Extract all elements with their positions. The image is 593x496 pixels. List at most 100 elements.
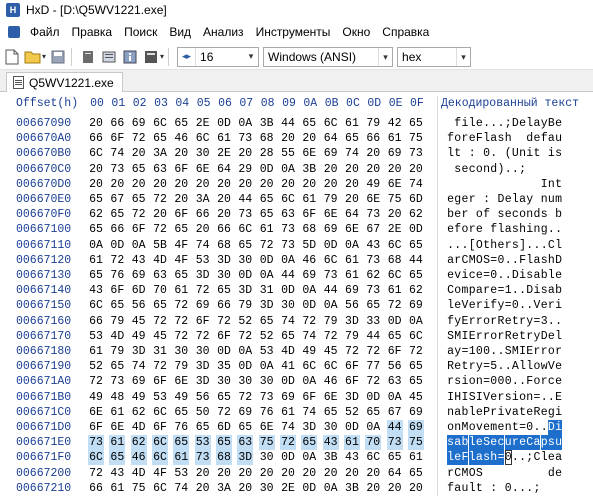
hex-byte[interactable]: 66	[88, 314, 104, 329]
hex-byte[interactable]: 0A	[259, 268, 275, 283]
decoded-char[interactable]	[497, 177, 504, 192]
hex-byte[interactable]: 0A	[323, 481, 339, 496]
decoded-char[interactable]: f	[454, 222, 461, 237]
hex-byte[interactable]: 72	[152, 192, 168, 207]
decoded-char[interactable]: e	[483, 420, 490, 435]
decoded-char[interactable]: c	[548, 374, 555, 389]
decoded-char[interactable]: .	[519, 298, 526, 313]
hex-byte[interactable]: 65	[237, 238, 253, 253]
decoded-char[interactable]: t	[454, 146, 461, 161]
decoded-char[interactable]: C	[461, 253, 468, 268]
hex-byte[interactable]: 61	[343, 435, 360, 451]
decoded-char[interactable]: .	[541, 238, 548, 253]
decoded-char[interactable]: e	[497, 420, 504, 435]
decoded-char[interactable]: o	[533, 374, 540, 389]
hex-byte[interactable]: 75	[131, 481, 147, 496]
hex-byte[interactable]: 30	[216, 374, 232, 389]
decoded-char[interactable]: v	[476, 420, 483, 435]
decoded-char[interactable]: e	[469, 298, 476, 313]
hex-byte[interactable]: 44	[408, 253, 424, 268]
decoded-char[interactable]: P	[483, 405, 490, 420]
hex-byte[interactable]: 20	[280, 131, 296, 146]
decoded-char[interactable]: R	[497, 314, 504, 329]
hex-byte[interactable]: 61	[88, 253, 104, 268]
hex-byte[interactable]: 48	[109, 390, 125, 405]
decoded-char[interactable]: .	[505, 253, 512, 268]
hex-byte[interactable]: 65	[88, 222, 104, 237]
decoded-char[interactable]	[505, 466, 512, 481]
decoded-char[interactable]	[548, 207, 555, 222]
decoded-char[interactable]	[490, 192, 497, 207]
decoded-char[interactable]: .	[519, 481, 526, 496]
decoded-char[interactable]: n	[533, 222, 540, 237]
hex-byte[interactable]: 0A	[259, 359, 275, 374]
hex-byte[interactable]: 20	[408, 162, 424, 177]
hex-byte[interactable]: 72	[216, 314, 232, 329]
hex-byte[interactable]: 0A	[365, 420, 381, 435]
hex-byte[interactable]: 3D	[344, 314, 360, 329]
decoded-char[interactable]	[533, 192, 540, 207]
decoded-char[interactable]: M	[469, 253, 476, 268]
decoded-char[interactable]: m	[490, 420, 497, 435]
decoded-char[interactable]: )	[497, 162, 504, 177]
decoded-char[interactable]: o	[454, 283, 461, 298]
hex-byte[interactable]: 63	[237, 435, 254, 451]
hex-byte[interactable]: 4D	[280, 344, 296, 359]
hex-byte[interactable]: 74	[131, 359, 147, 374]
decoded-char[interactable]: y	[497, 298, 504, 313]
decoded-char[interactable]: :	[483, 192, 490, 207]
hex-byte[interactable]: 49	[131, 329, 147, 344]
decoded-char[interactable]: l	[555, 329, 562, 344]
hex-byte[interactable]: 0A	[301, 374, 317, 389]
hex-byte[interactable]: 33	[365, 314, 381, 329]
decoded-char[interactable]	[476, 146, 483, 161]
hex-byte[interactable]: 20	[344, 192, 360, 207]
hex-byte[interactable]: 29	[237, 162, 253, 177]
decoded-char[interactable]: l	[526, 116, 533, 131]
hex-byte[interactable]: 6C	[301, 359, 317, 374]
decoded-char[interactable]: e	[454, 450, 462, 466]
decoded-char[interactable]: y	[476, 359, 483, 374]
menu-help[interactable]: Справка	[376, 25, 435, 39]
decoded-char[interactable]	[505, 177, 512, 192]
decoded-char[interactable]: v	[505, 405, 512, 420]
hex-byte[interactable]: 72	[323, 329, 339, 344]
decoded-char[interactable]: a	[548, 131, 555, 146]
decoded-char[interactable]: I	[476, 390, 483, 405]
decoded-char[interactable]: U	[512, 146, 519, 161]
hex-byte[interactable]: 6C	[387, 238, 403, 253]
hex-byte[interactable]: 0A	[301, 283, 317, 298]
decoded-char[interactable]: s	[483, 450, 491, 466]
hex-byte[interactable]: 75	[258, 435, 275, 451]
hex-byte[interactable]: 30	[237, 374, 253, 389]
hex-byte[interactable]: 20	[109, 177, 125, 192]
decoded-char[interactable]: e	[475, 435, 483, 451]
hex-byte[interactable]: 72	[173, 329, 189, 344]
hex-byte[interactable]: 56	[131, 298, 147, 313]
decoded-char[interactable]: b	[541, 268, 548, 283]
decoded-char[interactable]	[497, 146, 504, 161]
hex-byte[interactable]: 4D	[131, 466, 147, 481]
hex-byte[interactable]: 65	[109, 359, 125, 374]
hex-byte[interactable]: 56	[387, 359, 403, 374]
decoded-char[interactable]: t	[512, 314, 519, 329]
hex-byte[interactable]: 6F	[387, 344, 403, 359]
hex-byte[interactable]: 72	[195, 283, 211, 298]
hex-byte[interactable]: 62	[131, 405, 147, 420]
document-menu-icon[interactable]	[8, 26, 20, 38]
decoded-char[interactable]: i	[512, 390, 519, 405]
decoded-char[interactable]	[483, 481, 490, 496]
hex-byte[interactable]: 0A	[323, 298, 339, 313]
hex-byte[interactable]: 69	[323, 146, 339, 161]
decoded-char[interactable]: a	[512, 405, 519, 420]
decoded-char[interactable]: h	[490, 238, 497, 253]
decoded-char[interactable]: i	[555, 298, 562, 313]
hex-byte[interactable]: 3D	[195, 374, 211, 389]
hex-byte[interactable]: 72	[259, 238, 275, 253]
layout-icon[interactable]	[142, 48, 160, 66]
hex-byte[interactable]: 0D	[408, 222, 424, 237]
decoded-char[interactable]: r	[447, 374, 454, 389]
hex-byte[interactable]: 20	[408, 481, 424, 496]
hex-byte[interactable]: 0D	[237, 359, 253, 374]
hex-byte[interactable]: 3D	[216, 253, 232, 268]
